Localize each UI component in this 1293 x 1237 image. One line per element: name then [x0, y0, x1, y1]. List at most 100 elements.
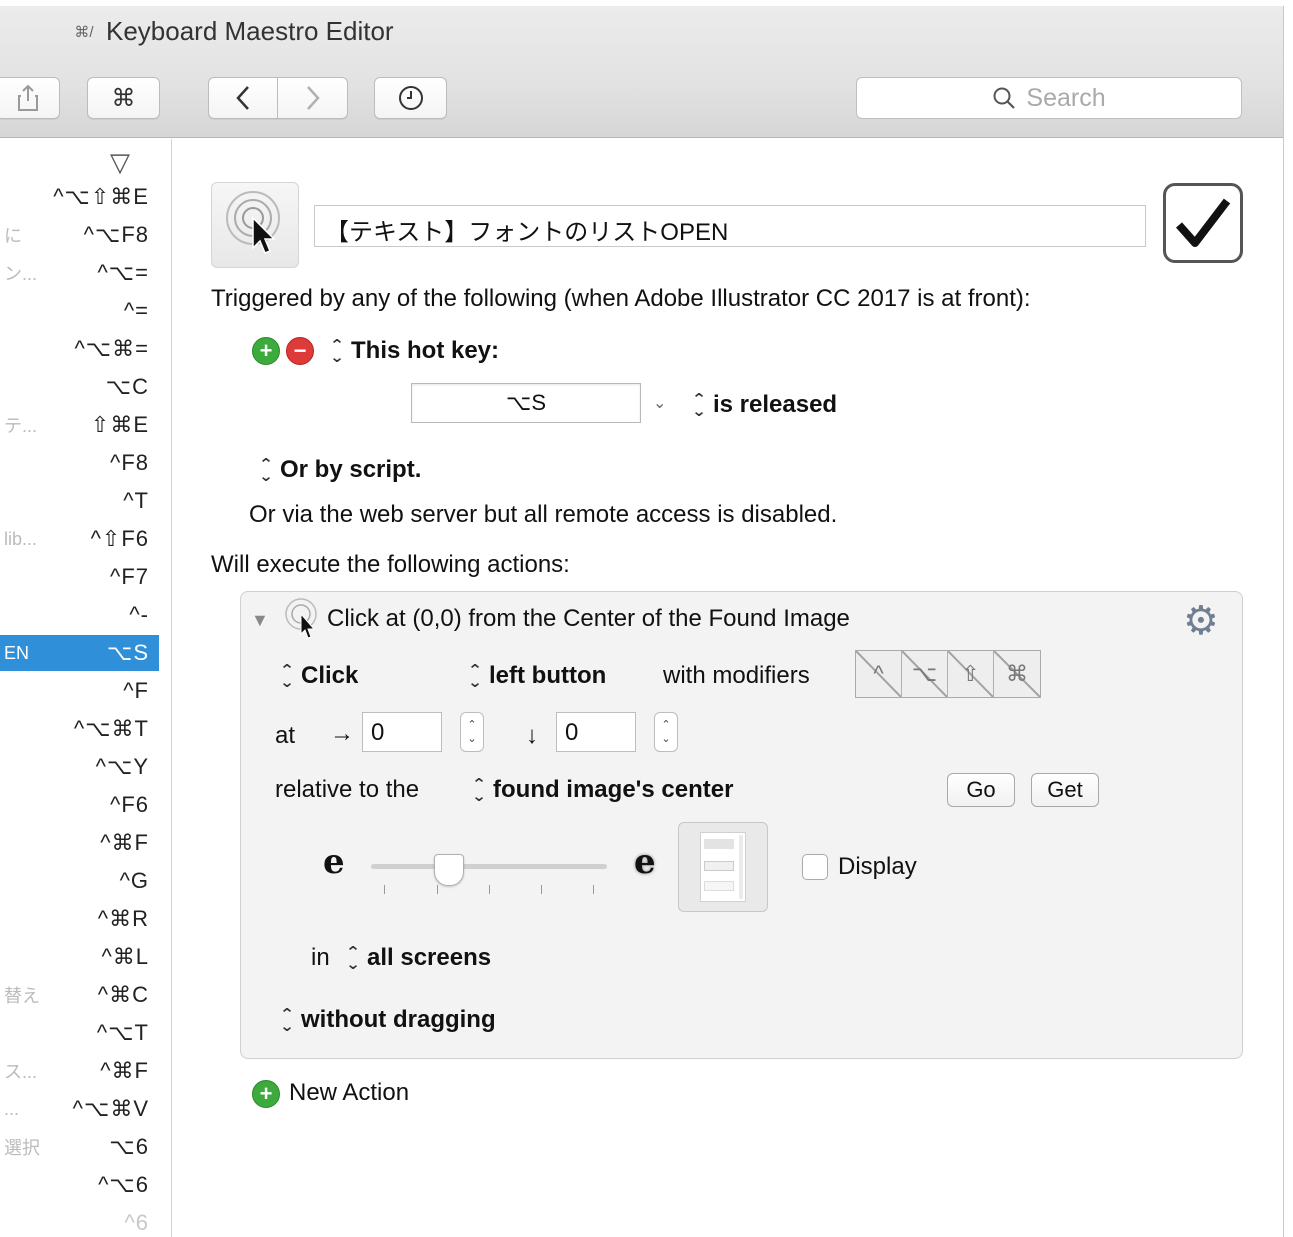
- macro-list: ▽ ^⌥⇧⌘E に ^⌥F8 ン... ^⌥= ^= ^⌥⌘= ⌥C テ... ⇧⌘E ^F8 ^T l…: [0, 139, 172, 1237]
- x-offset-stepper[interactable]: ⌃ ⌄: [460, 712, 484, 752]
- history-button[interactable]: [374, 77, 447, 119]
- macro-list-item-hotkey: ^⌥⌘T: [73, 716, 149, 741]
- actions-heading: Will execute the following actions:: [211, 551, 570, 578]
- gear-icon[interactable]: ⚙: [1183, 598, 1219, 644]
- search-field[interactable]: Search: [856, 77, 1242, 119]
- modifier-shift-toggle[interactable]: ⇧: [948, 651, 994, 697]
- macro-list-item[interactable]: ^⌥Y: [0, 749, 159, 785]
- macro-list-item[interactable]: ^F6: [0, 787, 159, 823]
- macro-list-item-hotkey: ^F7: [110, 564, 149, 589]
- or-by-script-popup[interactable]: ⌃ ⌄ Or by script.: [258, 456, 421, 484]
- macro-list-item-hotkey: ^⌘F: [100, 1058, 149, 1083]
- fuzz-slider-thumb[interactable]: [433, 854, 464, 886]
- dragging-popup[interactable]: ⌃ ⌄ without dragging: [279, 1006, 495, 1034]
- fuzz-slider-track[interactable]: [371, 864, 607, 869]
- hotkey-state-popup[interactable]: ⌃ ⌄ is released: [691, 391, 837, 419]
- modifier-option-toggle[interactable]: ⌥: [902, 651, 948, 697]
- macro-list-item-hotkey: ^-: [129, 602, 149, 627]
- remove-trigger-button[interactable]: −: [286, 337, 314, 365]
- macro-list-item[interactable]: ン... ^⌥=: [0, 255, 159, 291]
- modifier-command-toggle[interactable]: ⌘: [994, 651, 1040, 697]
- macro-list-item-name: lib...: [4, 528, 38, 549]
- macro-list-item[interactable]: ^⌘L: [0, 939, 159, 975]
- relative-to-popup[interactable]: ⌃ ⌄ found image's center: [471, 776, 733, 804]
- macro-list-item-hotkey: ^F: [123, 678, 149, 703]
- chevron-left-icon: [236, 86, 249, 110]
- macro-list-item[interactable]: ^F8: [0, 445, 159, 481]
- screens-popup[interactable]: ⌃ ⌄ all screens: [345, 944, 491, 972]
- found-image-well[interactable]: [678, 822, 768, 912]
- cmd-button[interactable]: ⌘: [87, 77, 160, 119]
- macro-icon-well[interactable]: [211, 182, 299, 268]
- macro-list-item[interactable]: ^⌥⇧⌘E: [0, 179, 159, 215]
- trigger-heading: Triggered by any of the following (when …: [211, 285, 1031, 312]
- new-action-label[interactable]: New Action: [289, 1079, 409, 1107]
- app-icon: ⌘/: [74, 23, 94, 41]
- macro-name-field[interactable]: 【テキスト】フォントのリストOPEN: [314, 205, 1146, 247]
- macro-list-item[interactable]: EN ⌥S: [0, 635, 159, 671]
- macro-list-item[interactable]: ^G: [0, 863, 159, 899]
- option-icon: ⌥: [911, 661, 938, 686]
- y-offset-stepper[interactable]: ⌃ ⌄: [654, 712, 678, 752]
- disclosure-triangle-icon[interactable]: ▼: [251, 610, 269, 631]
- macro-list-item[interactable]: ^F7: [0, 559, 159, 595]
- y-offset-field[interactable]: 0: [556, 712, 636, 752]
- add-trigger-button[interactable]: +: [252, 337, 280, 365]
- action-click-found-image[interactable]: ▼ Click at (0,0) from the Center of the …: [240, 591, 1243, 1059]
- macro-list-item[interactable]: ^-: [0, 597, 159, 633]
- macro-list-item-hotkey: ⌥S: [106, 640, 149, 665]
- thumbnail-row: [704, 861, 734, 871]
- go-button[interactable]: Go: [947, 773, 1015, 807]
- macro-list-item[interactable]: ^6: [0, 1205, 159, 1237]
- macro-list-item[interactable]: ^⌘F: [0, 825, 159, 861]
- macro-list-item[interactable]: ス... ^⌘F: [0, 1053, 159, 1089]
- macro-list-item[interactable]: 替え ^⌘C: [0, 977, 159, 1013]
- forward-button[interactable]: [278, 77, 348, 119]
- mouse-button-popup[interactable]: ⌃ ⌄ left button: [467, 662, 606, 690]
- macro-list-item[interactable]: lib... ^⇧F6: [0, 521, 159, 557]
- enable-checkbox[interactable]: [1163, 183, 1243, 263]
- macro-list-item[interactable]: 選択 ⌥6: [0, 1129, 159, 1165]
- display-checkbox[interactable]: [802, 854, 828, 880]
- with-modifiers-label: with modifiers: [663, 662, 810, 689]
- sort-icon[interactable]: ▽: [110, 147, 130, 178]
- macro-list-item-name: ...: [4, 1098, 20, 1119]
- command-icon: ⌘: [1006, 661, 1028, 686]
- macro-list-item[interactable]: ^=: [0, 293, 159, 329]
- macro-list-item-hotkey: ^⌘C: [97, 982, 149, 1007]
- plus-icon: +: [259, 338, 273, 363]
- macro-list-item[interactable]: テ... ⇧⌘E: [0, 407, 159, 443]
- back-button[interactable]: [208, 77, 278, 119]
- macro-list-item[interactable]: ... ^⌥⌘V: [0, 1091, 159, 1127]
- new-action-button[interactable]: +: [252, 1080, 280, 1108]
- hotkey-field[interactable]: ⌥S: [411, 383, 641, 423]
- share-button[interactable]: [0, 77, 60, 119]
- macro-list-item-name: 選択: [4, 1138, 40, 1158]
- macro-list-item[interactable]: ^⌥⌘T: [0, 711, 159, 747]
- get-button[interactable]: Get: [1031, 773, 1099, 807]
- macro-list-item[interactable]: ^⌥T: [0, 1015, 159, 1051]
- thumbnail-scrollbar: [739, 835, 743, 899]
- updown-icon: ⌃ ⌄: [691, 390, 707, 420]
- macro-list-item[interactable]: ⌥C: [0, 369, 159, 405]
- macro-list-item[interactable]: ^⌥6: [0, 1167, 159, 1203]
- trigger-type-label: This hot key:: [351, 337, 500, 364]
- macro-list-item[interactable]: ^T: [0, 483, 159, 519]
- stepper-up-icon: ⌃: [467, 719, 477, 731]
- slider-tick: [541, 885, 542, 894]
- macro-list-item[interactable]: に ^⌥F8: [0, 217, 159, 253]
- chevron-down-icon[interactable]: ⌄: [653, 393, 666, 413]
- macro-list-item[interactable]: ^F: [0, 673, 159, 709]
- x-offset-field[interactable]: 0: [362, 712, 442, 752]
- search-placeholder: Search: [1026, 83, 1106, 112]
- macro-list-item-hotkey: ⇧⌘E: [90, 412, 149, 437]
- macro-list-item-hotkey: ^⌥T: [96, 1020, 149, 1045]
- click-type-popup[interactable]: ⌃ ⌄ Click: [279, 662, 358, 690]
- macro-list-item-hotkey: ⌥C: [105, 374, 149, 399]
- modifier-control-toggle[interactable]: ^: [856, 651, 902, 697]
- macro-list-item-hotkey: ^⌥=: [97, 260, 149, 285]
- macro-list-item[interactable]: ^⌥⌘=: [0, 331, 159, 367]
- trigger-type-popup[interactable]: ⌃ ⌄ This hot key:: [329, 337, 499, 365]
- macro-list-item[interactable]: ^⌘R: [0, 901, 159, 937]
- macro-list-item-hotkey: ^⌘F: [100, 830, 149, 855]
